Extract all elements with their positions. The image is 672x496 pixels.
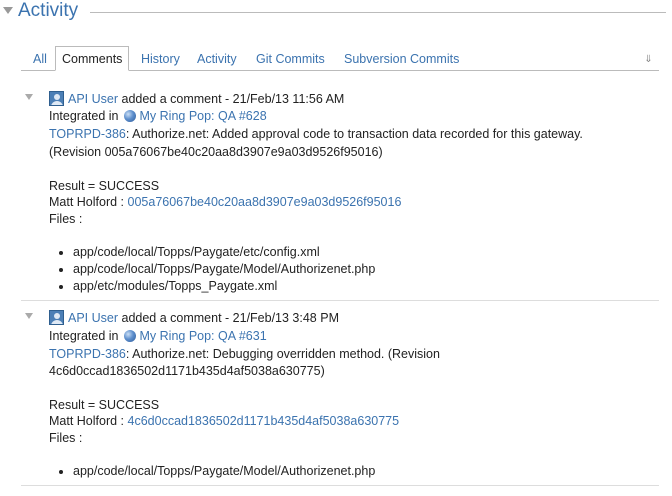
tab-comments[interactable]: Comments: [55, 46, 130, 71]
commit-link[interactable]: 005a76067be40c20aa8d3907e9a03d9526f95016: [128, 195, 402, 209]
collapse-comment-icon[interactable]: [25, 313, 33, 319]
sort-order-icon[interactable]: ⇓: [644, 55, 653, 65]
user-link[interactable]: API User: [68, 92, 118, 106]
user-avatar-icon: [49, 91, 64, 106]
tab-activity[interactable]: Activity: [197, 49, 237, 69]
globe-icon: [123, 330, 136, 342]
integration-line: Integrated in My Ring Pop: QA #631: [49, 327, 267, 345]
comment-item: API User added a comment - 21/Feb/13 3:4…: [21, 307, 659, 486]
file-item: app/etc/modules/Topps_Paygate.xml: [73, 278, 375, 295]
commit-author: Matt Holford :: [49, 195, 125, 209]
collapse-toggle-icon[interactable]: [3, 7, 13, 14]
section-title: Activity: [18, 0, 79, 21]
activity-tabs: All Comments History Activity Git Commit…: [21, 46, 659, 71]
commit-message: TOPRPD-386: Authorize.net: Added approva…: [49, 125, 583, 143]
file-list: app/code/local/Topps/Paygate/Model/Autho…: [49, 463, 375, 480]
file-item: app/code/local/Topps/Paygate/Model/Autho…: [73, 261, 375, 278]
commit-author-line: Matt Holford : 005a76067be40c20aa8d3907e…: [49, 193, 401, 211]
user-link[interactable]: API User: [68, 311, 118, 325]
comment-item: API User added a comment - 21/Feb/13 11:…: [21, 88, 659, 301]
message-text: : Authorize.net: Added approval code to …: [125, 127, 583, 141]
build-link[interactable]: My Ring Pop: QA #631: [140, 329, 267, 343]
commit-link[interactable]: 4c6d0ccad1836502d1171b435d4af5038a630775: [128, 414, 400, 428]
activity-section-header: Activity: [0, 0, 672, 28]
tab-subversion-commits[interactable]: Subversion Commits: [344, 49, 459, 69]
integrated-label: Integrated in: [49, 109, 119, 123]
tab-all[interactable]: All: [33, 49, 47, 69]
tab-git-commits[interactable]: Git Commits: [256, 49, 325, 69]
comment-action: added a comment - 21/Feb/13 3:48 PM: [121, 311, 340, 325]
issue-link[interactable]: TOPRPD-386: [49, 127, 126, 141]
commit-message: TOPRPD-386: Authorize.net: Debugging ove…: [49, 345, 440, 363]
file-item: app/code/local/Topps/Paygate/etc/config.…: [73, 244, 375, 261]
file-list: app/code/local/Topps/Paygate/etc/config.…: [49, 244, 375, 295]
file-item: app/code/local/Topps/Paygate/Model/Autho…: [73, 463, 375, 480]
globe-icon: [123, 110, 136, 122]
tab-history[interactable]: History: [141, 49, 180, 69]
integrated-label: Integrated in: [49, 329, 119, 343]
revision-line: (Revision 005a76067be40c20aa8d3907e9a03d…: [49, 145, 383, 159]
user-avatar-icon: [49, 310, 64, 325]
comment-header: API User added a comment - 21/Feb/13 3:4…: [68, 309, 339, 327]
collapse-comment-icon[interactable]: [25, 94, 33, 100]
comment-action: added a comment - 21/Feb/13 11:56 AM: [121, 92, 345, 106]
comment-header: API User added a comment - 21/Feb/13 11:…: [68, 90, 344, 108]
files-label: Files :: [49, 212, 83, 226]
commit-author-line: Matt Holford : 4c6d0ccad1836502d1171b435…: [49, 412, 399, 430]
header-divider: [90, 12, 666, 13]
commit-author: Matt Holford :: [49, 414, 125, 428]
integration-line: Integrated in My Ring Pop: QA #628: [49, 107, 267, 125]
issue-link[interactable]: TOPRPD-386: [49, 347, 126, 361]
revision-line: 4c6d0ccad1836502d1171b435d4af5038a630775…: [49, 364, 325, 378]
message-text: : Authorize.net: Debugging overridden me…: [125, 347, 440, 361]
build-link[interactable]: My Ring Pop: QA #628: [140, 109, 267, 123]
files-label: Files :: [49, 431, 83, 445]
